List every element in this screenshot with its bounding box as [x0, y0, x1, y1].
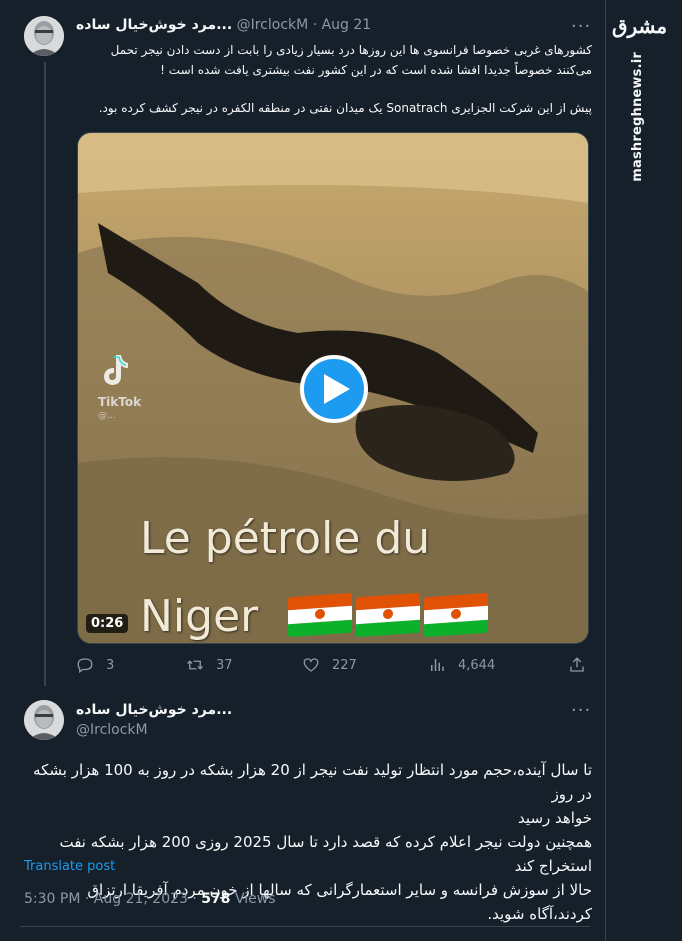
- niger-flag-icon: [356, 592, 420, 638]
- video-player[interactable]: TikTok @... Le pétrole du Niger 0:26: [77, 132, 589, 644]
- post-date[interactable]: Aug 21: [322, 17, 372, 33]
- display-name[interactable]: مرد خوش‌خیال ساده...: [76, 17, 232, 33]
- tiktok-label: TikTok: [98, 395, 142, 409]
- video-caption-line1: Le pétrole du: [140, 513, 431, 564]
- retweet-count: 37: [216, 657, 233, 673]
- tweet-actions: 3 37 227 4,644: [76, 656, 588, 678]
- video-caption-line2: Niger: [140, 591, 259, 642]
- views-count: 578: [201, 891, 231, 907]
- retweet-icon: [187, 660, 203, 670]
- video-duration: 0:26: [86, 614, 129, 633]
- watermark-site: mashreghnews.ir: [630, 52, 645, 182]
- reply-icon: [77, 658, 93, 674]
- tweet-text-line: می‌کنند خصوصاً جدیدا افشا شده است که در …: [160, 63, 592, 77]
- tweet-header: مرد خوش‌خیال ساده... @IrclockM · Aug 21: [76, 17, 576, 37]
- like-button[interactable]: 227: [302, 656, 357, 674]
- reply-count: 3: [106, 657, 115, 673]
- tiktok-watermark: TikTok @...: [98, 353, 141, 421]
- tweet-text-line: خواهد رسید: [518, 809, 592, 827]
- post-timestamp: 5:30 PM · Aug 21, 2023 · 578 Views: [24, 891, 276, 907]
- share-icon: [570, 657, 584, 672]
- play-button[interactable]: [300, 355, 368, 423]
- tweet-text-line: پیش از این شرکت الجزایری Sonatrach یک می…: [98, 101, 592, 115]
- tweet-text: کشورهای غربی خصوصا فرانسوی ها این روزها …: [72, 40, 592, 118]
- tiktok-user: @...: [98, 411, 116, 421]
- display-name[interactable]: مرد خوش‌خیال ساده...: [76, 702, 232, 718]
- username[interactable]: @IrclockM: [76, 722, 148, 738]
- heart-icon: [303, 658, 319, 672]
- reply-button[interactable]: 3: [76, 656, 114, 674]
- more-options-icon[interactable]: ···: [571, 702, 591, 720]
- views-button[interactable]: 4,644: [428, 656, 495, 674]
- avatar[interactable]: [24, 700, 64, 740]
- retweet-button[interactable]: 37: [186, 656, 233, 674]
- username[interactable]: @IrclockM: [237, 17, 309, 33]
- avatar[interactable]: [24, 16, 64, 56]
- page: مشرق mashreghnews.ir مرد خوش‌خیال ساده..…: [0, 0, 682, 941]
- thread-connector: [44, 62, 46, 686]
- translate-post-link[interactable]: Translate post: [24, 859, 115, 874]
- divider: [20, 926, 590, 927]
- like-count: 227: [332, 657, 357, 673]
- view-count: 4,644: [458, 657, 496, 673]
- post-date[interactable]: Aug 21, 2023: [94, 891, 188, 907]
- site-watermark: مشرق mashreghnews.ir: [612, 8, 674, 182]
- views-label: Views: [234, 891, 276, 907]
- play-icon: [324, 374, 350, 404]
- niger-flags: [288, 592, 488, 638]
- more-options-icon[interactable]: ···: [571, 18, 591, 36]
- watermark-logo: مشرق: [612, 14, 668, 38]
- bar-chart-icon: [431, 659, 444, 671]
- post-time[interactable]: 5:30 PM: [24, 891, 80, 907]
- tweet-text-line: کشورهای غربی خصوصا فرانسوی ها این روزها …: [110, 43, 592, 57]
- niger-flag-icon: [288, 592, 352, 638]
- tiktok-icon: [104, 355, 128, 385]
- separator: ·: [312, 17, 318, 33]
- niger-flag-icon: [424, 592, 488, 638]
- share-button[interactable]: [568, 656, 598, 674]
- tweet-text-line: تا سال آینده،حجم مورد انتظار تولید نفت ن…: [33, 761, 592, 803]
